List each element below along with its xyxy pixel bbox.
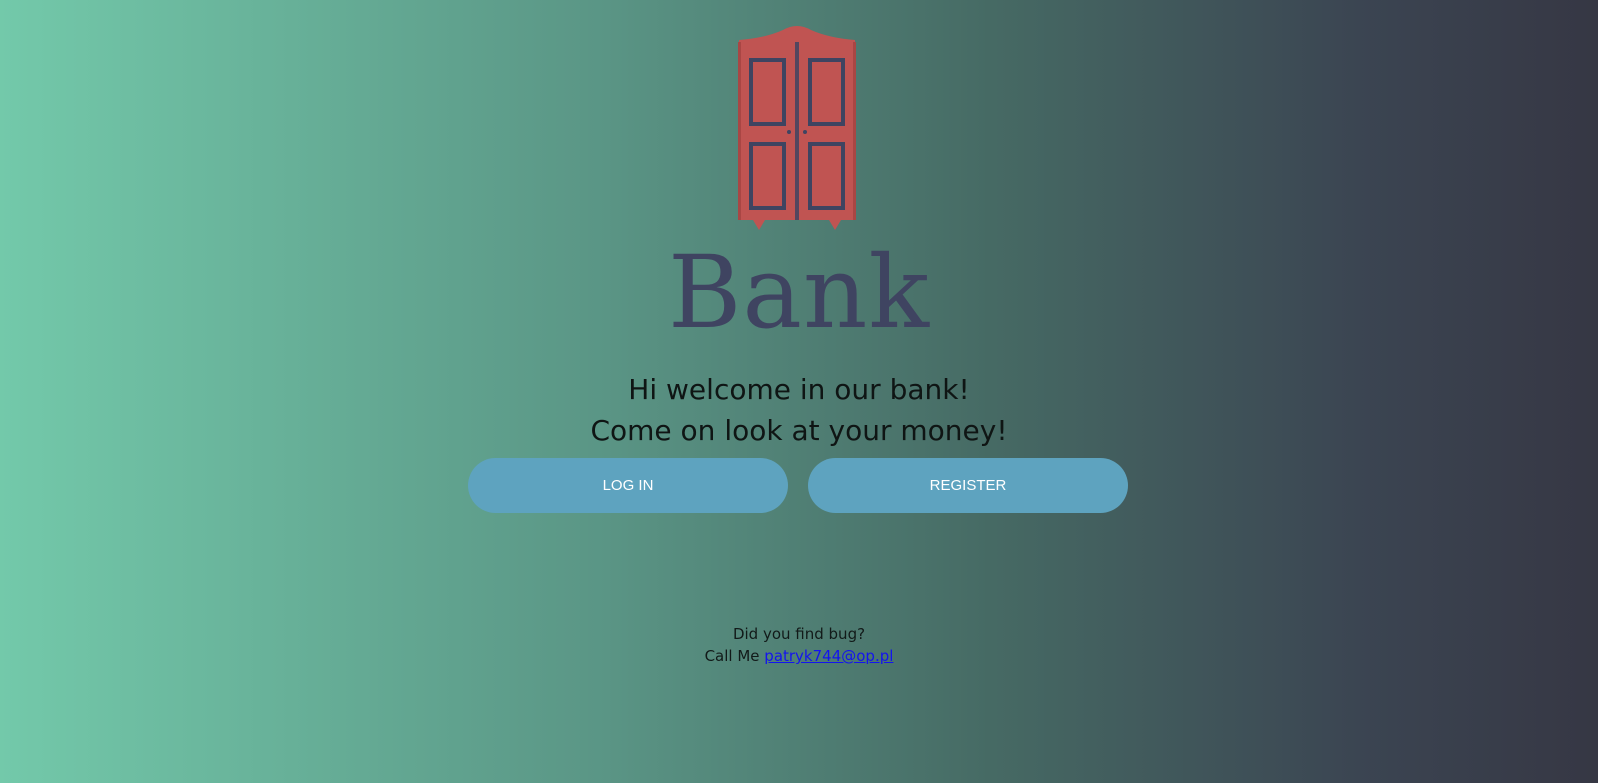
contact-line: Call Me patryk744@op.pl: [0, 645, 1598, 667]
welcome-message: Hi welcome in our bank! Come on look at …: [0, 369, 1598, 451]
register-button[interactable]: REGISTER: [808, 458, 1128, 513]
bug-question: Did you find bug?: [732, 625, 866, 643]
footer: Did you find bug? Call Me patryk744@op.p…: [0, 623, 1598, 667]
bank-logo: [735, 20, 859, 230]
welcome-line-1: Hi welcome in our bank!: [628, 373, 970, 406]
brand-title: Bank: [667, 234, 931, 351]
email-link[interactable]: patryk744@op.pl: [764, 647, 893, 665]
contact-prefix: Call Me: [704, 647, 765, 665]
login-button[interactable]: LOG IN: [468, 458, 788, 513]
wardrobe-icon: [738, 26, 856, 230]
welcome-line-2: Come on look at your money!: [590, 414, 1008, 447]
